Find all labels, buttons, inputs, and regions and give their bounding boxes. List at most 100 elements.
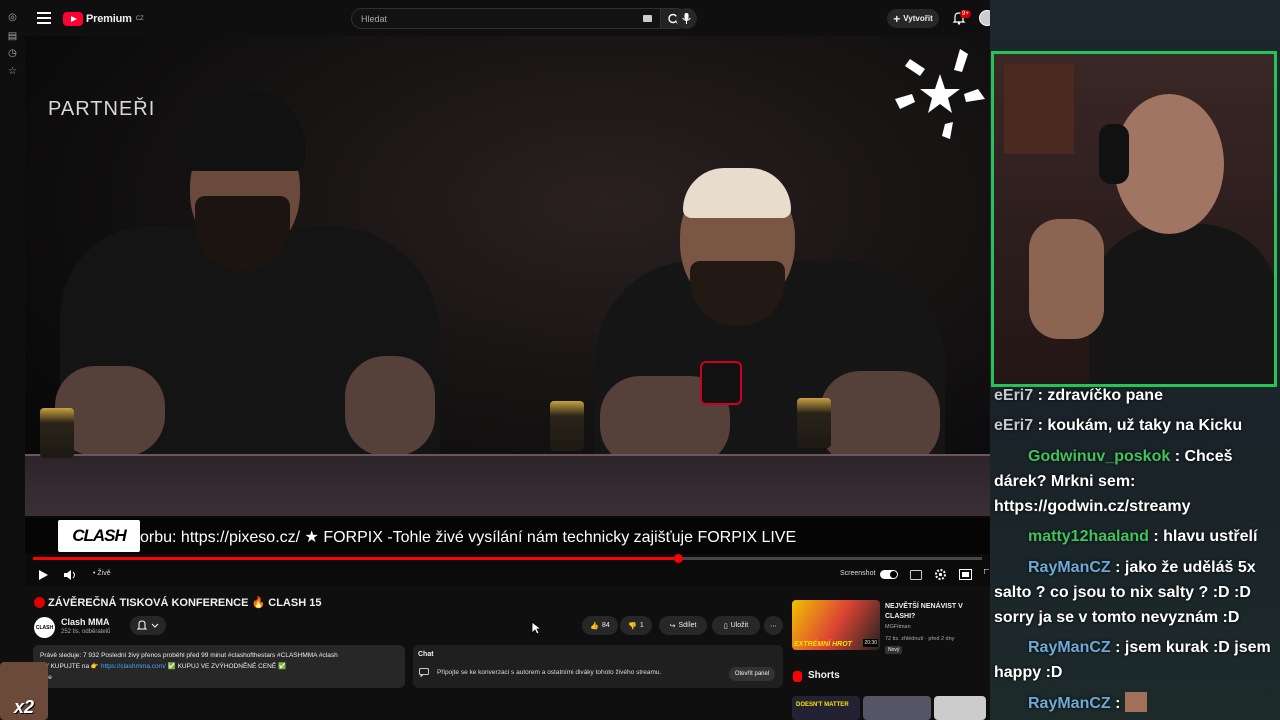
channel-name[interactable]: Clash MMA (61, 617, 110, 627)
description-box[interactable]: Právě sleduje: 7 932 Poslední živý přeno… (33, 645, 405, 688)
screenshot-toggle[interactable] (880, 570, 898, 579)
chat-line: eEri7 : zdravíčko pane (994, 387, 1163, 404)
partners-overlay-text: PARTNEŘI (48, 98, 156, 120)
person-right-hair (683, 168, 791, 218)
save-button[interactable]: ▯ Uložit (712, 616, 760, 635)
volume-icon[interactable] (63, 569, 77, 581)
notifications-badge: 9+ (960, 10, 971, 18)
recommendation-title[interactable]: NEJVĚTŠÍ NENÁVIST V CLASHI? (885, 602, 985, 622)
short-caption: DOESN'T MATTER (796, 702, 849, 708)
home-icon[interactable]: ◎ (7, 12, 18, 23)
logo-region: CZ (135, 15, 144, 22)
subscriptions-icon[interactable]: ▤ (7, 31, 18, 42)
chat-bubble-icon (419, 668, 429, 677)
person-right-arm-right (820, 371, 940, 466)
description-more[interactable]: více (40, 672, 398, 683)
short-thumbnail[interactable] (863, 696, 931, 720)
subscription-bell-button[interactable] (130, 616, 166, 635)
left-rail: ◎ ▤ ◷ ☆ (0, 0, 25, 720)
chat-username: RayManCZ (1028, 559, 1111, 576)
like-count: 84 (601, 622, 610, 629)
live-indicator[interactable]: • Živě (93, 570, 111, 577)
chat-line: RayManCZ : jako že uděláš 5x salto ? co … (994, 559, 1256, 626)
user-badges-icon (994, 695, 1028, 709)
streamer-hands (1029, 219, 1104, 339)
emote-icon (1124, 692, 1147, 712)
menu-icon[interactable] (37, 12, 51, 24)
headphones-icon (1099, 124, 1129, 184)
chat-username: eEri7 (994, 417, 1034, 434)
share-button[interactable]: ↪ Sdílet (659, 616, 707, 635)
progress-fill (33, 557, 678, 560)
short-thumbnail[interactable] (934, 696, 986, 720)
chat-text: hlavu ustřelí (1163, 528, 1258, 545)
chat-line: matty12haaland : hlavu ustřelí (994, 524, 1276, 549)
channel-avatar[interactable]: CLASH (34, 617, 55, 638)
more-dots-icon: ⋯ (770, 622, 777, 630)
table (25, 456, 990, 516)
star-icon[interactable]: ☆ (7, 66, 18, 77)
more-actions-button[interactable]: ⋯ (764, 616, 783, 635)
subscriber-count: 252 tis. odběratelů (61, 629, 111, 635)
thumbs-up-icon: 👍 (590, 622, 599, 630)
top-bar: Premium CZ Hledat + Vytvořit 9+ (25, 0, 1010, 36)
chat-text: koukám, už taky na Kicku (1047, 417, 1243, 434)
description-line-2: PV KUPUJTE na 👉 https://clashmma.com/ ✅ … (40, 661, 398, 672)
user-badges-icon (994, 639, 1028, 653)
chat-line: RayManCZ : (994, 691, 1276, 716)
progress-scrubber[interactable] (674, 554, 683, 563)
keyboard-icon[interactable] (643, 15, 652, 22)
chat-line: eEri7 : koukám, už taky na Kicku (994, 417, 1243, 434)
video-player[interactable]: PARTNEŘI CLASH orbu: https://pixeso.cz/ … (25, 36, 990, 586)
drink-can (797, 398, 831, 448)
search-placeholder: Hledat (361, 14, 388, 24)
new-badge: Nový (885, 646, 903, 654)
theater-mode-icon[interactable] (959, 569, 972, 580)
logo-text: Premium (86, 12, 132, 25)
video-frame: PARTNEŘI (25, 36, 990, 516)
search-input[interactable]: Hledat (351, 8, 661, 29)
short-thumbnail[interactable]: DOESN'T MATTER (792, 696, 860, 720)
chat-username: Godwinuv_poskok (1028, 448, 1171, 465)
description-line-1: Právě sleduje: 7 932 Poslední živý přeno… (40, 652, 338, 659)
chat-replay-box (413, 645, 783, 688)
play-icon[interactable] (37, 569, 49, 581)
chat-line: Godwinuv_poskok : Chceš dárek? Mrkni sem… (994, 448, 1233, 515)
chat-username: RayManCZ (1028, 695, 1111, 712)
live-dot-icon (34, 597, 45, 608)
dislike-button[interactable]: 👎 1 (620, 616, 652, 635)
recommendation-meta: 72 tis. zhlédnutí · před 2 dny (885, 636, 955, 642)
create-button[interactable]: + Vytvořit (887, 9, 939, 28)
youtube-play-icon (63, 11, 83, 26)
drink-can (550, 401, 584, 451)
mouse-cursor-icon (531, 621, 541, 635)
dislike-count: 1 (639, 622, 644, 629)
chat-text: zdravíčko pane (1047, 387, 1163, 404)
user-badges-icon (994, 528, 1028, 542)
open-panel-button[interactable]: Otevřít panel (729, 667, 775, 681)
subtitles-icon[interactable] (910, 570, 922, 580)
emote-multiplier: x2 (14, 697, 35, 717)
recommendation-channel[interactable]: MGFitman (885, 624, 911, 630)
voice-search-button[interactable] (676, 8, 697, 29)
history-icon[interactable]: ◷ (7, 48, 18, 59)
thumbnail-caption: EXTRÉMNÍ HROT (794, 641, 852, 648)
webcam-frame (991, 51, 1277, 387)
clash-star-logo (895, 49, 985, 139)
shorts-icon (793, 671, 802, 682)
like-button[interactable]: 👍 84 (582, 616, 618, 635)
person-left-beanie (185, 91, 305, 171)
description-link[interactable]: https://clashmma.com/ (101, 663, 166, 670)
youtube-premium-logo[interactable]: Premium CZ (63, 11, 144, 26)
streamer-body (1089, 224, 1274, 384)
bookmark-icon: ▯ (723, 622, 728, 630)
video-title: ZÁVĚREČNÁ TISKOVÁ KONFERENCE 🔥 CLASH 15 (34, 596, 321, 609)
settings-gear-icon[interactable] (934, 568, 947, 581)
bell-chevron-icon (136, 620, 159, 630)
streamer-head (1114, 94, 1224, 234)
chat-username: RayManCZ (1028, 639, 1111, 656)
recommendation-thumbnail[interactable]: EXTRÉMNÍ HROT 20:30 (792, 600, 880, 650)
plus-icon: + (893, 11, 901, 26)
description-prefix: PV KUPUJTE na 👉 (40, 663, 101, 670)
microphone-prop (700, 361, 742, 405)
